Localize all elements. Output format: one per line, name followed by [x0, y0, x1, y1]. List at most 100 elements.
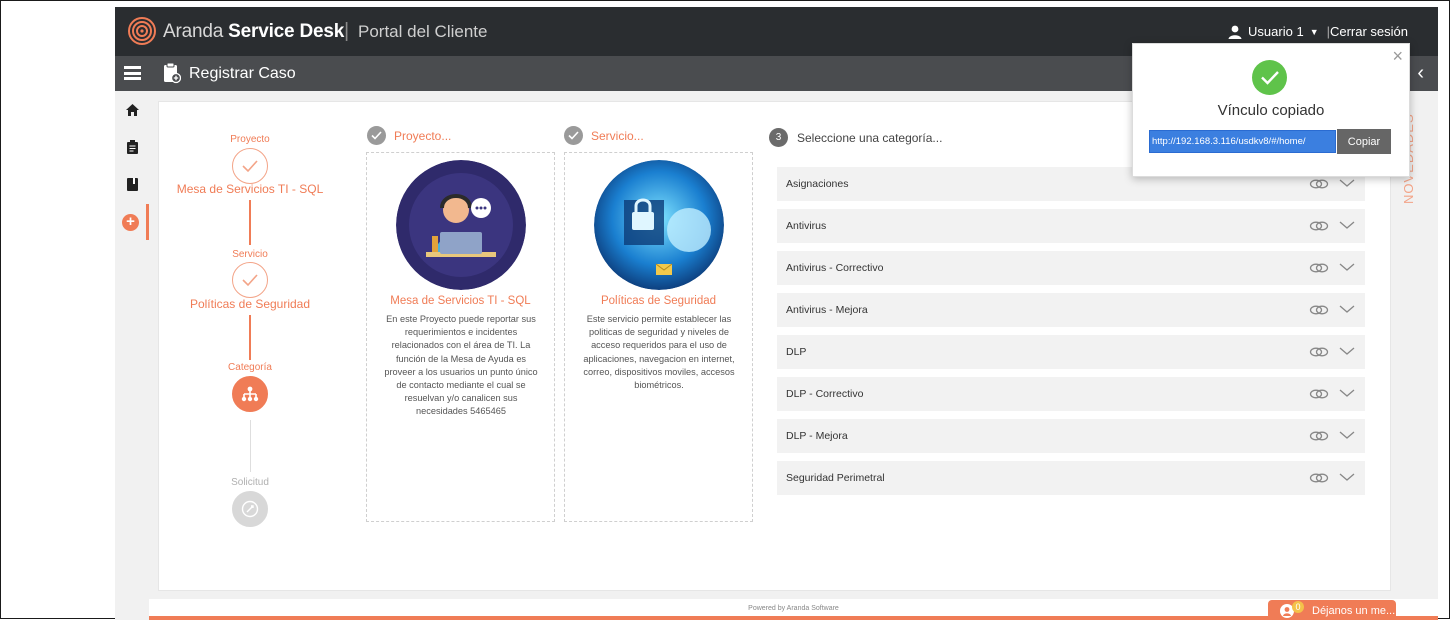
link-icon[interactable] [1309, 345, 1329, 359]
category-label: Antivirus - Mejora [786, 304, 868, 316]
step-proyecto-check[interactable] [232, 148, 268, 184]
step-connector [249, 200, 251, 245]
category-label: DLP - Correctivo [786, 388, 864, 400]
powered-by-text: Powered by Aranda Software [748, 605, 839, 612]
close-icon[interactable]: × [1392, 46, 1403, 67]
chevron-down-icon[interactable] [1339, 302, 1355, 316]
service-card[interactable]: Políticas de Seguridad Este servicio per… [564, 152, 753, 522]
link-icon[interactable] [1309, 429, 1329, 443]
check-icon [242, 274, 258, 287]
hierarchy-icon [241, 386, 259, 402]
hamburger-menu-icon[interactable] [124, 66, 141, 80]
category-row[interactable]: DLP - Mejora [777, 419, 1365, 453]
step-label-proyecto: Proyecto [230, 134, 270, 145]
category-row[interactable]: Antivirus - Correctivo [777, 251, 1365, 285]
nav-home[interactable] [115, 95, 149, 125]
step-connector [249, 315, 251, 360]
aranda-logo-icon [128, 17, 156, 45]
category-label: Asignaciones [786, 178, 849, 190]
project-title: Mesa de Servicios TI - SQL [390, 295, 531, 307]
step-servicio-check[interactable] [232, 262, 268, 298]
category-row[interactable]: DLP [777, 335, 1365, 369]
step-solicitud-pending [232, 491, 268, 527]
left-nav: + [115, 91, 149, 620]
chevron-down-icon[interactable] [1339, 428, 1355, 442]
copy-button[interactable]: Copiar [1337, 129, 1391, 154]
link-copied-popup: × Vínculo copiado Copiar [1132, 43, 1410, 177]
brand-bold: Service Desk [228, 21, 345, 42]
card-head-servicio[interactable]: Servicio... [564, 126, 644, 145]
collapse-chevron-left-icon[interactable]: ‹ [1417, 62, 1424, 85]
logout-link[interactable]: Cerrar sesión [1330, 24, 1408, 39]
chevron-down-icon[interactable] [1339, 260, 1355, 274]
plus-icon: + [122, 213, 139, 231]
card-head-servicio-label: Servicio... [591, 128, 644, 143]
link-icon[interactable] [1309, 177, 1329, 191]
brand-name: Aranda Service Desk [163, 21, 344, 43]
step-value-proyecto[interactable]: Mesa de Servicios TI - SQL [155, 182, 345, 196]
chevron-down-icon: ▼ [1309, 26, 1319, 37]
chevron-down-icon[interactable] [1339, 470, 1355, 484]
chevron-down-icon[interactable] [1339, 344, 1355, 358]
copied-url-field[interactable] [1149, 130, 1336, 153]
step-categoria-active[interactable] [232, 376, 268, 412]
service-description: Este servicio permite establecer las pol… [583, 314, 735, 391]
check-icon [242, 160, 258, 173]
brand-separator: | [344, 20, 350, 42]
step-label-servicio: Servicio [232, 249, 268, 260]
book-icon [126, 177, 138, 191]
category-row[interactable]: Seguridad Perimetral [777, 461, 1365, 495]
link-icon[interactable] [1309, 303, 1329, 317]
check-circle-icon [367, 126, 386, 145]
brand-light: Aranda [163, 21, 224, 42]
project-description: En este Proyecto puede reportar sus requ… [384, 314, 538, 417]
step-number-badge: 3 [769, 128, 788, 147]
screen-frame: Aranda Service Desk | Portal del Cliente… [0, 0, 1450, 620]
nav-knowledge[interactable] [115, 169, 149, 199]
clipboard-icon [126, 140, 138, 154]
chevron-down-icon[interactable] [1339, 218, 1355, 232]
success-check-icon [1252, 60, 1287, 95]
category-row[interactable]: Antivirus - Mejora [777, 293, 1365, 327]
link-icon[interactable] [1309, 471, 1329, 485]
link-icon[interactable] [1309, 387, 1329, 401]
category-label: DLP - Mejora [786, 430, 848, 442]
feedback-button[interactable]: 0 Déjanos un me... [1268, 600, 1396, 620]
step-connector-pending [250, 420, 251, 472]
check-circle-icon [564, 126, 583, 145]
user-menu[interactable]: Usuario 1 ▼ | [1228, 24, 1332, 39]
feedback-badge: 0 [1292, 601, 1304, 613]
step-label-solicitud: Solicitud [231, 477, 269, 488]
chevron-down-icon[interactable] [1339, 386, 1355, 400]
page-title: Registrar Caso [189, 65, 296, 82]
nav-cases[interactable] [115, 132, 149, 162]
step-value-servicio[interactable]: Políticas de Seguridad [155, 297, 345, 311]
user-icon [1228, 25, 1242, 39]
chevron-down-icon[interactable] [1339, 176, 1355, 190]
request-icon [241, 500, 259, 518]
card-head-proyecto-label: Proyecto... [394, 128, 452, 143]
category-header-label: Seleccione una categoría... [797, 130, 943, 145]
service-image [594, 160, 724, 290]
category-label: Antivirus [786, 220, 827, 232]
portal-title: Portal del Cliente [358, 22, 488, 41]
project-image [396, 160, 526, 290]
footer: Powered by Aranda Software [149, 599, 1438, 620]
category-label: Antivirus - Correctivo [786, 262, 884, 274]
project-card[interactable]: Mesa de Servicios TI - SQL En este Proye… [366, 152, 555, 522]
nav-new-case[interactable]: + [115, 204, 149, 240]
register-case-icon [164, 62, 181, 84]
step-label-categoria: Categoría [228, 362, 272, 373]
security-lock-illustration-icon [594, 160, 724, 290]
category-row[interactable]: DLP - Correctivo [777, 377, 1365, 411]
popup-message: Vínculo copiado [1217, 102, 1325, 119]
service-title: Políticas de Seguridad [600, 295, 717, 307]
user-name: Usuario 1 [1248, 24, 1304, 39]
link-icon[interactable] [1309, 219, 1329, 233]
category-row[interactable]: Antivirus [777, 209, 1365, 243]
card-head-proyecto[interactable]: Proyecto... [367, 126, 451, 145]
category-header: 3 Seleccione una categoría... [769, 128, 942, 147]
link-icon[interactable] [1309, 261, 1329, 275]
feedback-label: Déjanos un me... [1312, 605, 1396, 617]
help-desk-illustration-icon [396, 160, 526, 290]
